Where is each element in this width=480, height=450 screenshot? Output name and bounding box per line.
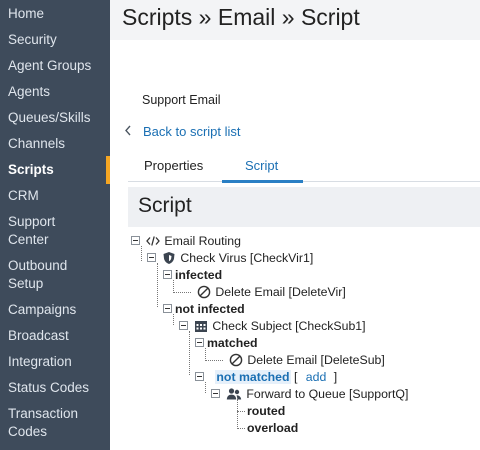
add-link[interactable]: add <box>306 370 327 384</box>
sidebar-item-scripts[interactable]: Scripts <box>0 156 110 184</box>
sidebar-item-agents[interactable]: Agents <box>0 83 110 101</box>
collapse-toggle[interactable] <box>147 253 156 263</box>
tree-node-delete-vir: Delete Email [DeleteVir] <box>173 284 346 300</box>
collapse-toggle[interactable] <box>195 338 204 348</box>
sidebar-item-security[interactable]: Security <box>0 31 110 49</box>
active-indicator <box>106 156 110 184</box>
chevron-left-icon <box>124 124 138 139</box>
tree-connector <box>237 411 245 413</box>
tab-script[interactable]: Script <box>245 158 278 173</box>
section-title: Script <box>138 194 192 217</box>
tab-bar: Properties Script <box>128 152 480 183</box>
tree-branch-not-matched: not matched [ add ] <box>195 369 337 385</box>
tree-guide <box>157 263 158 307</box>
shield-icon <box>162 251 176 265</box>
no-entry-icon <box>229 353 243 367</box>
sidebar-item-integration[interactable]: Integration <box>0 353 110 371</box>
back-to-list-link[interactable]: Back to script list <box>124 124 241 139</box>
code-icon <box>146 234 161 248</box>
collapse-toggle[interactable] <box>195 372 204 382</box>
sidebar-item-queues-skills[interactable]: Queues/Skills <box>0 109 110 127</box>
sidebar-item-campaigns[interactable]: Campaigns <box>0 301 110 319</box>
script-name: Support Email <box>142 93 221 107</box>
collapse-toggle[interactable] <box>163 270 172 280</box>
sidebar-item-broadcast[interactable]: Broadcast <box>0 327 110 345</box>
tree-node-delete-sub: Delete Email [DeleteSub] <box>205 352 385 368</box>
tree-node-root: Email Routing <box>131 233 241 249</box>
tree-node-forward-queue: Forward to Queue [SupportQ] <box>211 386 408 402</box>
collapse-toggle[interactable] <box>163 304 172 314</box>
collapse-toggle[interactable] <box>131 236 140 246</box>
tree-connector <box>237 428 245 430</box>
collapse-toggle[interactable] <box>179 321 188 331</box>
collapse-toggle[interactable] <box>211 389 220 399</box>
sidebar-item-outbound-setup[interactable]: Outbound Setup <box>0 257 110 293</box>
page-title: Scripts » Email » Script <box>122 4 360 30</box>
tree-branch-infected: infected <box>163 267 222 283</box>
tree-guide <box>189 331 190 375</box>
sidebar: Home Security Agent Groups Agents Queues… <box>0 0 110 450</box>
tree-node-check-virus: Check Virus [CheckVir1] <box>147 250 313 266</box>
tab-properties[interactable]: Properties <box>144 158 203 173</box>
sidebar-item-crm[interactable]: CRM <box>0 187 110 205</box>
tree-branch-matched: matched <box>195 335 258 351</box>
tree-branch-routed: routed <box>237 403 285 419</box>
sidebar-item-transaction-codes[interactable]: Transaction Codes <box>0 405 110 441</box>
tree-branch-not-infected: not infected <box>163 301 245 317</box>
sidebar-item-status-codes[interactable]: Status Codes <box>0 379 110 397</box>
calendar-grid-icon <box>194 319 208 333</box>
not-matched-label[interactable]: not matched <box>215 370 291 384</box>
no-entry-icon <box>197 285 211 299</box>
sidebar-item-agent-groups[interactable]: Agent Groups <box>0 57 110 75</box>
page-header: Scripts » Email » Script <box>110 0 480 40</box>
sidebar-item-home[interactable]: Home <box>0 5 110 23</box>
tree-branch-overload: overload <box>237 420 298 436</box>
sidebar-item-channels[interactable]: Channels <box>0 135 110 153</box>
section-header: Script <box>128 187 480 227</box>
active-tab-indicator <box>222 180 303 183</box>
sidebar-item-support-center[interactable]: Support Center <box>0 213 110 249</box>
tree-node-check-subject: Check Subject [CheckSub1] <box>179 318 366 334</box>
tree-connector <box>205 360 223 362</box>
users-icon <box>226 387 242 401</box>
tree-connector <box>173 292 191 294</box>
